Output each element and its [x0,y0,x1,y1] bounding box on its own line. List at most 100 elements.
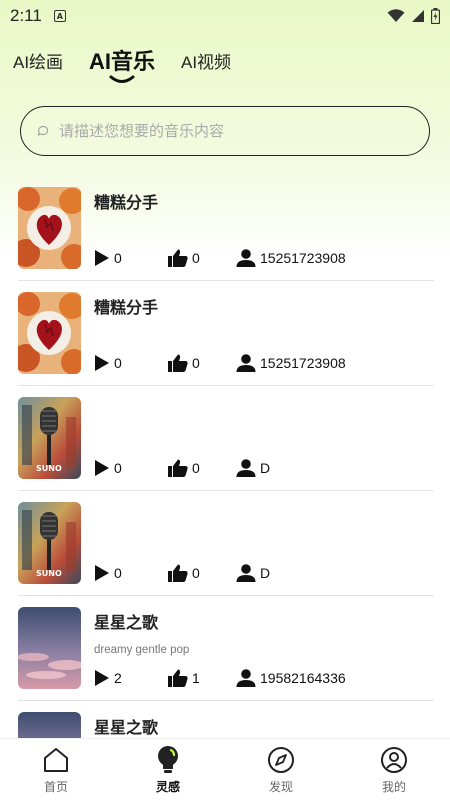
song-title: 糟糕分手 [94,298,159,317]
signal-icon [412,10,424,22]
nav-home[interactable]: 首页 [16,739,96,800]
song-stats: 0 0 D [94,564,434,586]
like-count-value: 0 [192,355,200,371]
song-author: D [236,564,270,582]
thumbs-up-icon [168,249,188,267]
song-cover[interactable] [18,712,81,738]
like-count[interactable]: 0 [168,564,200,582]
thumbs-up-icon [168,669,188,687]
song-description: dreamy gentle pop [94,644,190,656]
search-bar[interactable] [20,106,430,156]
notification-icon: A [53,10,66,22]
like-count-value: 1 [192,670,200,686]
song-author: 15251723908 [236,249,346,267]
song-title: 星星之歌 [94,718,159,737]
nav-inspiration-label: 灵感 [155,780,180,794]
song-stats: 0 0 15251723908 [94,354,434,376]
song-stats: 2 1 19582164336 [94,669,434,691]
category-tabs: AI绘画 AI音乐 AI视频 [0,40,450,90]
heart-cover-art [18,292,81,374]
chat-bubble-icon [37,125,49,136]
play-icon [95,355,109,371]
play-count[interactable]: 0 [94,249,122,267]
sky-cover-art [18,607,81,689]
author-name: D [260,460,271,476]
play-count-value: 0 [114,565,122,581]
user-icon [236,669,256,687]
play-count[interactable]: 0 [94,354,122,372]
play-count-value: 2 [114,670,122,686]
play-count-value: 0 [114,355,122,371]
like-count[interactable]: 0 [168,459,200,477]
song-author: D [236,459,270,477]
author-name: 15251723908 [260,355,346,371]
author-name: 19582164336 [260,670,346,686]
active-tab-indicator [109,75,135,83]
nav-mine-label: 我的 [381,780,406,794]
user-circle-icon [381,747,407,773]
play-count-value: 0 [114,250,122,266]
nav-inspiration[interactable]: 灵感 [128,739,208,800]
user-icon [236,354,256,372]
play-icon [95,670,109,686]
song-list-item[interactable]: SUNO 0 0 D [18,386,434,491]
author-name: D [260,565,271,581]
like-count[interactable]: 0 [168,354,200,372]
song-cover[interactable] [18,187,81,269]
microphone-cover-art: SUNO [18,502,81,584]
thumbs-up-icon [168,459,188,477]
sky-cover-art [18,712,81,738]
like-count-value: 0 [192,565,200,581]
like-count[interactable]: 1 [168,669,200,687]
song-list-item[interactable]: 糟糕分手 0 0 15251723908 [18,281,434,386]
heart-cover-art [18,187,81,269]
song-title: 星星之歌 [94,613,159,632]
song-list-item[interactable]: 糟糕分手 0 0 15251723908 [18,176,434,281]
battery-icon [431,8,440,24]
play-icon [95,250,109,266]
song-cover[interactable] [18,292,81,374]
like-count-value: 0 [192,250,200,266]
nav-mine[interactable]: 我的 [354,739,434,800]
play-count[interactable]: 0 [94,459,122,477]
user-icon [236,459,256,477]
lightbulb-icon [158,746,178,773]
status-time: 2:11 [10,6,42,25]
svg-text:SUNO: SUNO [36,464,62,473]
status-icons [387,8,440,24]
song-title: 糟糕分手 [94,193,159,212]
tab-ai-video[interactable]: AI视频 [181,48,231,73]
play-count[interactable]: 0 [94,564,122,582]
tab-ai-music[interactable]: AI音乐 [89,44,155,76]
song-cover[interactable]: SUNO [18,502,81,584]
song-list-item[interactable]: 星星之歌 dreamy gentle pop 2 1 19582164336 [18,596,434,701]
song-author: 19582164336 [236,669,346,687]
svg-text:SUNO: SUNO [36,569,62,578]
music-list: 糟糕分手 0 0 15251723908 糟糕分手 0 0 15251723908 SUNO 0 0… [0,176,450,738]
bottom-nav: 首页 灵感 发现 我的 [0,738,450,800]
play-count-value: 0 [114,460,122,476]
tab-ai-painting[interactable]: AI绘画 [13,48,63,73]
song-cover[interactable] [18,607,81,689]
thumbs-up-icon [168,354,188,372]
home-icon [44,748,68,772]
author-name: 15251723908 [260,250,346,266]
user-icon [236,249,256,267]
song-author: 15251723908 [236,354,346,372]
nav-discover[interactable]: 发现 [241,739,321,800]
song-stats: 0 0 15251723908 [94,249,434,271]
nav-home-label: 首页 [43,780,68,794]
wifi-icon [387,9,405,22]
like-count-value: 0 [192,460,200,476]
compass-icon [268,747,294,773]
thumbs-up-icon [168,564,188,582]
microphone-cover-art: SUNO [18,397,81,479]
user-icon [236,564,256,582]
play-icon [95,565,109,581]
play-count[interactable]: 2 [94,669,122,687]
song-cover[interactable]: SUNO [18,397,81,479]
search-input[interactable] [59,122,389,140]
song-list-item[interactable]: SUNO 0 0 D [18,491,434,596]
like-count[interactable]: 0 [168,249,200,267]
song-list-item[interactable]: 星星之歌 [18,701,434,738]
